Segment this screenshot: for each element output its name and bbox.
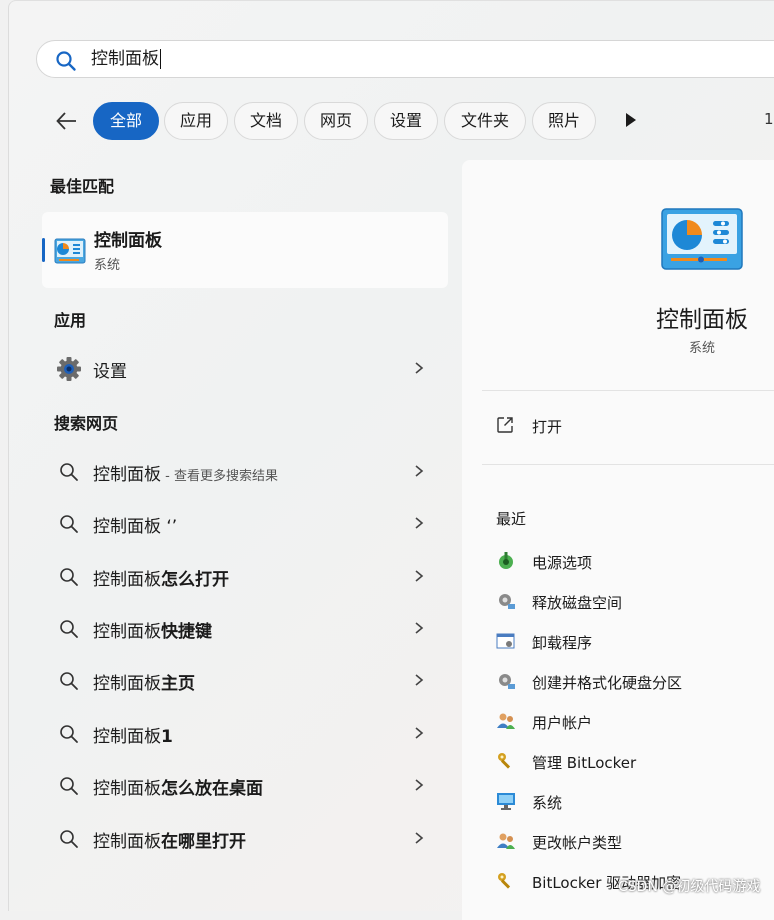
web-result[interactable]: 控制面板1	[42, 713, 448, 753]
control-panel-large-icon	[661, 208, 743, 270]
key-icon	[498, 873, 511, 889]
chevron-right-icon[interactable]	[412, 725, 426, 741]
best-match-title: 控制面板	[94, 231, 162, 251]
web-result[interactable]: 控制面板在哪里打开	[42, 818, 448, 858]
recent-item[interactable]: 更改帐户类型	[492, 826, 774, 858]
gear-disk-icon	[499, 674, 515, 689]
recent-item[interactable]: 卸载程序	[492, 626, 774, 658]
search-icon	[60, 463, 78, 481]
chevron-right-icon[interactable]	[412, 360, 426, 376]
open-action[interactable]: 打开	[492, 412, 772, 442]
preview-title: 控制面板	[656, 307, 748, 333]
apps-heading: 应用	[54, 311, 87, 330]
filter-all[interactable]: 全部	[93, 102, 159, 140]
filter-apps[interactable]: 应用	[164, 102, 228, 140]
web-result-label: 控制面板 - 查看更多搜索结果	[93, 465, 278, 485]
recent-item[interactable]: 电源选项	[492, 546, 774, 578]
divider	[482, 464, 774, 465]
filter-web[interactable]: 网页	[304, 102, 368, 140]
web-result-label: 控制面板怎么打开	[93, 570, 229, 590]
filter-folders[interactable]: 文件夹	[444, 102, 526, 140]
chevron-right-icon[interactable]	[412, 568, 426, 584]
recent-item-label: 卸载程序	[532, 634, 593, 652]
users-icon	[497, 713, 515, 729]
more-filters-play-icon[interactable]	[624, 112, 638, 128]
chevron-right-icon[interactable]	[412, 672, 426, 688]
web-result[interactable]: 控制面板怎么打开	[42, 556, 448, 596]
search-icon	[60, 515, 78, 533]
app-item-label: 设置	[93, 362, 127, 382]
key-icon	[498, 753, 511, 769]
search-icon	[60, 725, 78, 743]
app-item-settings[interactable]: 设置	[42, 348, 448, 388]
web-result-label: 控制面板 ‘’	[93, 517, 178, 537]
chevron-right-icon[interactable]	[412, 515, 426, 531]
recent-heading: 最近	[496, 510, 527, 528]
search-icon	[60, 777, 78, 795]
recent-item-label: 管理 BitLocker	[532, 754, 637, 772]
best-match-subtitle: 系统	[94, 258, 121, 273]
gear-disk-icon	[499, 594, 515, 609]
search-input[interactable]: 控制面板	[36, 40, 774, 78]
search-icon	[60, 620, 78, 638]
web-result-label: 控制面板快捷键	[93, 622, 212, 642]
monitor-icon	[497, 793, 515, 810]
filter-documents[interactable]: 文档	[234, 102, 298, 140]
web-result[interactable]: 控制面板怎么放在桌面	[42, 765, 448, 805]
recent-item[interactable]: 创建并格式化硬盘分区	[492, 666, 774, 698]
chevron-right-icon[interactable]	[412, 777, 426, 793]
open-external-icon	[497, 417, 513, 433]
web-result[interactable]: 控制面板 - 查看更多搜索结果	[42, 451, 448, 491]
recent-item-label: 用户帐户	[532, 714, 593, 732]
programs-icon	[496, 633, 515, 649]
search-icon	[60, 672, 78, 690]
web-search-heading: 搜索网页	[54, 414, 119, 433]
web-result-label: 控制面板1	[93, 727, 173, 747]
recent-item[interactable]: 管理 BitLocker	[492, 746, 774, 778]
selection-indicator	[42, 238, 45, 262]
web-result-label: 控制面板主页	[93, 674, 195, 694]
recent-item[interactable]: 系统	[492, 786, 774, 818]
best-match-item[interactable]: 控制面板 系统	[42, 212, 448, 288]
power-options-icon	[499, 552, 513, 569]
web-result[interactable]: 控制面板主页	[42, 660, 448, 700]
web-result-label: 控制面板在哪里打开	[93, 832, 246, 852]
chevron-right-icon[interactable]	[412, 463, 426, 479]
search-icon	[60, 568, 78, 586]
recent-item[interactable]: 用户帐户	[492, 706, 774, 738]
control-panel-icon	[54, 238, 86, 264]
recent-item-label: 系统	[532, 794, 563, 812]
open-label: 打开	[532, 418, 563, 436]
gear-icon	[57, 357, 81, 381]
chevron-right-icon[interactable]	[412, 620, 426, 636]
search-icon	[60, 830, 78, 848]
recent-item-label: 更改帐户类型	[532, 834, 623, 852]
recent-item[interactable]: 释放磁盘空间	[492, 586, 774, 618]
web-result[interactable]: 控制面板快捷键	[42, 608, 448, 648]
result-count-partial: 1	[764, 110, 774, 128]
preview-pane: 控制面板 系统 打开 最近 电源选项 释放磁盘空间 卸载程序 创建并格式化硬盘分…	[462, 160, 774, 920]
back-arrow-icon[interactable]	[54, 108, 80, 134]
best-match-heading: 最佳匹配	[50, 177, 115, 196]
users-icon	[497, 833, 515, 849]
chevron-right-icon[interactable]	[412, 830, 426, 846]
recent-item-label: 释放磁盘空间	[532, 594, 623, 612]
watermark: CSDN @初级代码游戏	[618, 879, 761, 895]
search-query[interactable]: 控制面板	[91, 49, 161, 69]
divider	[482, 390, 774, 391]
recent-item-label: 电源选项	[532, 554, 593, 572]
preview-subtitle: 系统	[688, 341, 715, 356]
web-result[interactable]: 控制面板 ‘’	[42, 503, 448, 543]
filter-photos[interactable]: 照片	[532, 102, 596, 140]
web-result-label: 控制面板怎么放在桌面	[93, 779, 263, 799]
filter-settings[interactable]: 设置	[374, 102, 438, 140]
search-icon	[56, 51, 76, 71]
recent-item-label: 创建并格式化硬盘分区	[532, 674, 683, 692]
